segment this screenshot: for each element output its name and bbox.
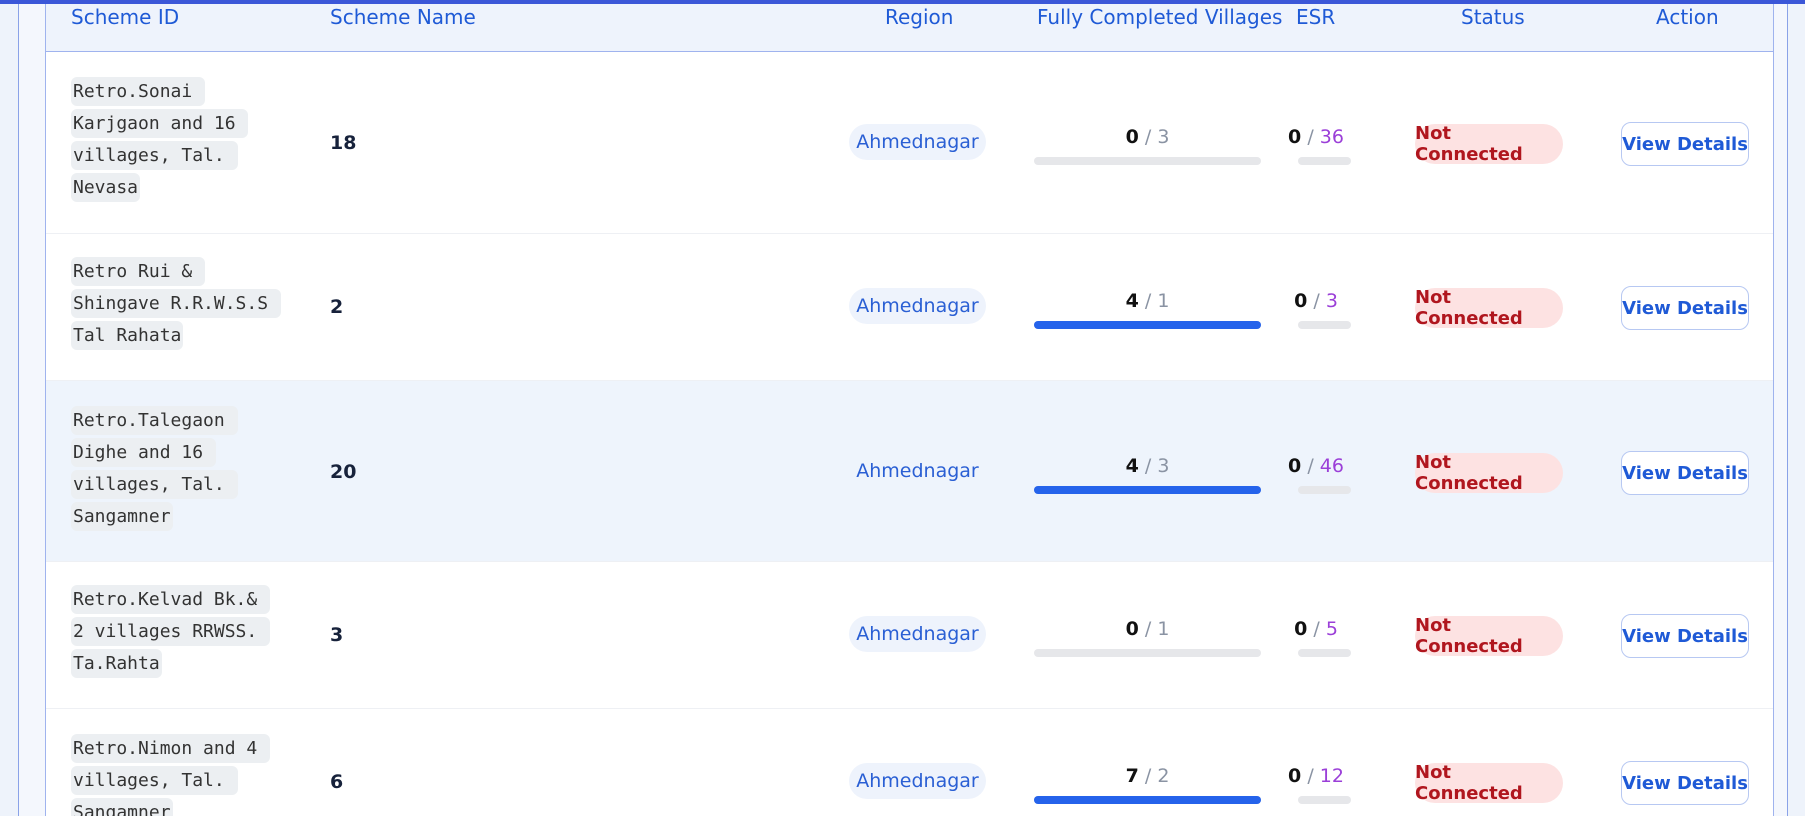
region-badge: Ahmednagar xyxy=(849,124,986,160)
schemes-table: Scheme ID Scheme Name Region Fully Compl… xyxy=(45,4,1774,816)
view-details-button[interactable]: View Details xyxy=(1621,761,1749,805)
header-scheme-name[interactable]: Scheme Name xyxy=(330,4,476,30)
esr-count: 0 / 5 xyxy=(1294,618,1338,640)
table-row: Retro.Kelvad Bk.& 2 villages RRWSS. Ta.R… xyxy=(46,562,1773,709)
scheme-name-cell: 20 xyxy=(330,461,357,483)
esr-progress-track xyxy=(1298,157,1351,165)
completed-villages-progress-track xyxy=(1034,157,1261,165)
status-badge: Not Connected xyxy=(1415,123,1563,165)
header-fully-completed-villages[interactable]: Fully Completed Villages xyxy=(1037,4,1282,30)
completed-villages-count: 7 / 2 xyxy=(1125,765,1170,787)
completed-villages-count: 0 / 1 xyxy=(1125,618,1170,640)
status-badge: Not Connected xyxy=(1415,452,1563,494)
esr-count: 0 / 12 xyxy=(1288,765,1344,787)
esr-count: 0 / 36 xyxy=(1288,126,1344,148)
completed-villages-progress-fill xyxy=(1034,321,1261,329)
scheme-id-cell: Retro.Sonai Karjgaon and 16 villages, Ta… xyxy=(71,76,276,204)
header-action[interactable]: Action xyxy=(1656,4,1719,30)
scheme-id-cell: Retro.Kelvad Bk.& 2 villages RRWSS. Ta.R… xyxy=(71,584,276,680)
scheme-name-cell: 6 xyxy=(330,771,344,793)
table-row: Retro.Nimon and 4 villages, Tal. Sangamn… xyxy=(46,709,1773,816)
table-header: Scheme ID Scheme Name Region Fully Compl… xyxy=(46,4,1773,52)
view-details-button[interactable]: View Details xyxy=(1621,286,1749,330)
region-badge: Ahmednagar xyxy=(849,288,986,324)
header-region[interactable]: Region xyxy=(885,4,953,30)
header-status[interactable]: Status xyxy=(1461,4,1525,30)
scheme-id-cell: Retro.Talegaon Dighe and 16 villages, Ta… xyxy=(71,405,276,533)
esr-progress-track xyxy=(1298,796,1351,804)
view-details-button[interactable]: View Details xyxy=(1621,122,1749,166)
esr-progress-track xyxy=(1298,486,1351,494)
esr-progress-track xyxy=(1298,649,1351,657)
scheme-name-cell: 2 xyxy=(330,296,344,318)
completed-villages-count: 4 / 3 xyxy=(1125,455,1170,477)
completed-villages-progress-track xyxy=(1034,649,1261,657)
region-badge: Ahmednagar xyxy=(849,763,986,799)
completed-villages-count: 4 / 1 xyxy=(1125,290,1170,312)
status-badge: Not Connected xyxy=(1415,287,1563,329)
esr-progress-track xyxy=(1298,321,1351,329)
table-row: Retro.Sonai Karjgaon and 16 villages, Ta… xyxy=(46,52,1773,234)
view-details-button[interactable]: View Details xyxy=(1621,614,1749,658)
completed-villages-progress-fill xyxy=(1034,796,1261,804)
region-badge: Ahmednagar xyxy=(856,460,979,482)
scheme-name-cell: 3 xyxy=(330,624,344,646)
completed-villages-count: 0 / 3 xyxy=(1125,126,1170,148)
completed-villages-progress-fill xyxy=(1034,486,1261,494)
scheme-id-cell: Retro.Nimon and 4 villages, Tal. Sangamn… xyxy=(71,733,276,816)
scheme-id-cell: Retro Rui & Shingave R.R.W.S.S Tal Rahat… xyxy=(71,256,281,352)
esr-count: 0 / 3 xyxy=(1294,290,1338,312)
status-badge: Not Connected xyxy=(1415,762,1563,804)
esr-count: 0 / 46 xyxy=(1288,455,1344,477)
header-scheme-id[interactable]: Scheme ID xyxy=(71,4,179,30)
header-esr[interactable]: ESR xyxy=(1296,4,1335,30)
scheme-name-cell: 18 xyxy=(330,132,357,154)
view-details-button[interactable]: View Details xyxy=(1621,451,1749,495)
table-row: Retro.Talegaon Dighe and 16 villages, Ta… xyxy=(46,381,1773,562)
table-row: Retro Rui & Shingave R.R.W.S.S Tal Rahat… xyxy=(46,234,1773,381)
region-badge: Ahmednagar xyxy=(849,616,986,652)
status-badge: Not Connected xyxy=(1415,615,1563,657)
